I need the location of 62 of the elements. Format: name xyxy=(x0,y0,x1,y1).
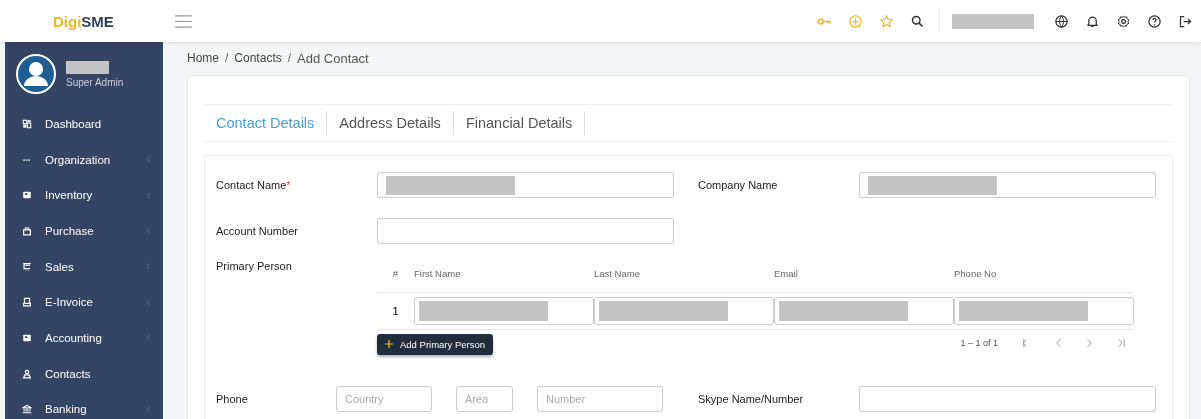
field-label: Phone xyxy=(216,393,249,405)
settings-icon[interactable] xyxy=(1116,13,1131,29)
sidebar-item[interactable]: Banking xyxy=(5,391,163,419)
input-field[interactable] xyxy=(774,297,954,325)
column-header: Email xyxy=(774,267,799,279)
input-field[interactable]: Country xyxy=(336,386,432,412)
bank-icon xyxy=(22,404,32,415)
breadcrumb-link[interactable]: Contacts xyxy=(234,51,282,75)
field-label: Account Number xyxy=(216,225,299,237)
help-icon[interactable] xyxy=(1147,13,1162,29)
input-field[interactable] xyxy=(859,172,1156,198)
plus-icon xyxy=(385,340,393,348)
input-field[interactable] xyxy=(859,386,1156,412)
input-field[interactable] xyxy=(594,297,774,325)
app-logo[interactable]: DigiSME xyxy=(53,12,163,30)
cart-icon xyxy=(22,261,32,272)
dashboard-icon xyxy=(22,118,32,129)
breadcrumb-link[interactable]: Home xyxy=(187,51,219,75)
input-field[interactable]: Number xyxy=(537,386,663,412)
globe-icon[interactable] xyxy=(1054,13,1069,29)
input-field[interactable] xyxy=(377,172,674,198)
plus-circle-icon[interactable] xyxy=(848,13,863,29)
tab[interactable]: Financial Details xyxy=(453,111,586,135)
tab[interactable]: Address Details xyxy=(327,111,454,135)
star-icon[interactable] xyxy=(879,13,894,29)
input-field[interactable] xyxy=(377,218,674,244)
field-label: Company Name xyxy=(698,179,779,191)
input-field[interactable] xyxy=(414,297,594,325)
field-label: Contact Name* xyxy=(216,179,292,191)
sidebar-item[interactable]: Sales xyxy=(5,248,163,285)
sidebar-item[interactable]: Inventory xyxy=(5,177,163,214)
bell-icon[interactable] xyxy=(1085,13,1100,29)
sidebar-item[interactable]: Accounting xyxy=(5,320,163,356)
user-role: Super Admin xyxy=(66,76,124,88)
sidebar-item[interactable]: E-Invoice xyxy=(5,284,163,321)
person-icon xyxy=(22,368,32,379)
bag-icon xyxy=(22,225,32,236)
column-header: First Name xyxy=(414,267,462,279)
input-field[interactable] xyxy=(954,297,1134,325)
row-number: 1 xyxy=(391,305,400,317)
breadcrumb-separator: / xyxy=(225,51,229,67)
panel-icon xyxy=(22,190,32,201)
search-icon[interactable] xyxy=(910,13,925,29)
field-label: Primary Person xyxy=(216,259,293,274)
sidebar-item[interactable]: Dashboard xyxy=(5,106,163,142)
panel-icon xyxy=(22,332,32,343)
avatar-icon xyxy=(16,54,56,94)
column-header: Last Name xyxy=(594,267,641,279)
sidebar-item[interactable]: Contacts xyxy=(5,355,163,392)
add-primary-person-button[interactable]: Add Primary Person xyxy=(377,333,493,355)
column-header: # xyxy=(391,267,400,279)
sidebar-item[interactable]: Purchase xyxy=(5,213,163,249)
breadcrumb-separator: / xyxy=(287,51,292,67)
sidebar-item[interactable]: Organization xyxy=(5,141,163,178)
column-header: Phone No xyxy=(954,267,998,279)
document-icon xyxy=(22,297,32,308)
menu-icon[interactable] xyxy=(175,14,192,28)
input-field[interactable]: Area xyxy=(456,386,513,412)
logout-icon[interactable] xyxy=(1178,13,1193,29)
breadcrumb-current: Add Contact xyxy=(297,51,369,68)
page-range: 1 – 1 of 1 xyxy=(960,338,998,348)
field-label: Skype Name/Number xyxy=(698,393,805,405)
